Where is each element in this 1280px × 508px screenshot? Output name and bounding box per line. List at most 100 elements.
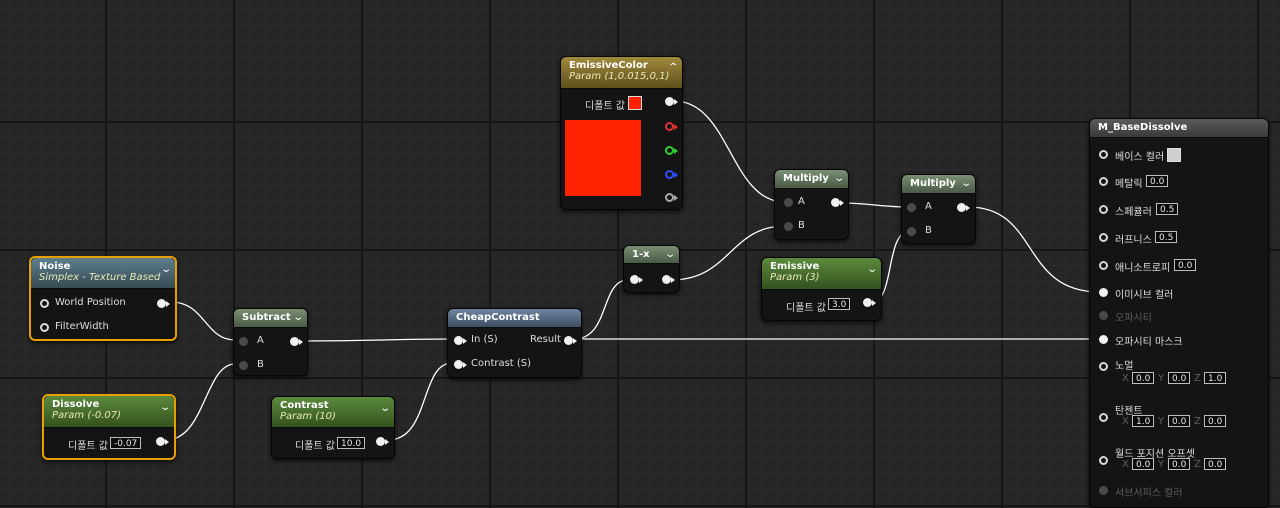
node-header[interactable]: EmissiveColor Param (1,0.015,0,1) ⌃: [561, 57, 682, 89]
subtract-output-pin[interactable]: [290, 337, 299, 346]
pin-label: FilterWidth: [55, 321, 109, 332]
emissive-color-node[interactable]: EmissiveColor Param (1,0.015,0,1) ⌃ 디폴트 …: [560, 56, 683, 210]
metallic-input-pin[interactable]: [1099, 177, 1108, 186]
contrast-output-pin[interactable]: [376, 437, 385, 446]
node-header[interactable]: CheapContrast: [448, 309, 581, 328]
normal-z-field[interactable]: 1.0: [1204, 372, 1227, 384]
pin-label: Contrast (S): [471, 358, 532, 369]
opacity-input-pin[interactable]: [1099, 311, 1108, 320]
normal-x-field[interactable]: 0.0: [1132, 372, 1155, 384]
specular-input-pin[interactable]: [1099, 205, 1108, 214]
node-header[interactable]: Subtract ⌄: [234, 309, 307, 328]
material-result-node[interactable]: M_BaseDissolve 베이스 컬러 메탈릭 0.0 스페큘러 0.5 러…: [1089, 118, 1269, 508]
chevron-up-icon[interactable]: ⌃: [667, 62, 679, 73]
node-header[interactable]: Dissolve Param (-0.07) ⌄: [44, 396, 174, 428]
multiply-output-pin[interactable]: [957, 203, 966, 212]
chevron-down-icon[interactable]: ⌄: [960, 178, 972, 189]
chevron-down-icon[interactable]: ⌄: [160, 264, 172, 275]
default-value-field[interactable]: 3.0: [828, 298, 851, 310]
wpo-y-field[interactable]: 0.0: [1168, 458, 1191, 470]
chevron-down-icon[interactable]: ⌄: [664, 249, 676, 260]
multiply-node-2[interactable]: Multiply ⌄ A B: [901, 174, 976, 244]
normal-input-pin[interactable]: [1099, 362, 1108, 371]
tangent-input-pin[interactable]: [1099, 413, 1108, 422]
node-header[interactable]: Multiply ⌄: [902, 175, 975, 194]
anisotropy-value-field[interactable]: 0.0: [1174, 259, 1197, 271]
b-output-pin[interactable]: [665, 170, 674, 179]
chevron-down-icon[interactable]: ⌄: [292, 312, 304, 323]
dissolve-node[interactable]: Dissolve Param (-0.07) ⌄ 디폴트 값 -0.07: [42, 394, 176, 460]
emissive-output-pin[interactable]: [863, 298, 872, 307]
contrast-node[interactable]: Contrast Param (10) ⌄ 디폴트 값 10.0: [271, 396, 395, 459]
noise-node[interactable]: Noise Simplex - Texture Based ⌄ World Po…: [29, 256, 177, 341]
chevron-down-icon[interactable]: ⌄: [379, 403, 391, 414]
subtract-node[interactable]: Subtract ⌄ A B: [233, 308, 308, 376]
tangent-x-field[interactable]: 1.0: [1132, 415, 1155, 427]
default-value-label: 디폴트 값: [585, 101, 625, 112]
node-header[interactable]: Noise Simplex - Texture Based ⌄: [31, 258, 175, 289]
node-header[interactable]: Multiply ⌄: [775, 170, 848, 189]
a-input-pin[interactable]: [907, 203, 916, 212]
rgb-output-pin[interactable]: [665, 97, 674, 106]
tangent-z-field[interactable]: 0.0: [1204, 415, 1227, 427]
chevron-down-icon[interactable]: ⌄: [833, 173, 845, 184]
wire-contrast-to-cheapcontrast: [387, 362, 453, 441]
default-value-label: 디폴트 값: [295, 441, 335, 452]
roughness-input-pin[interactable]: [1099, 233, 1108, 242]
node-header[interactable]: Emissive Param (3) ⌄: [762, 258, 881, 290]
a-input-pin[interactable]: [784, 198, 793, 207]
world-position-input-pin[interactable]: [40, 299, 49, 308]
pin-arrow-icon: [674, 172, 678, 178]
emissive-node[interactable]: Emissive Param (3) ⌄ 디폴트 값 3.0: [761, 257, 882, 321]
anisotropy-input-pin[interactable]: [1099, 261, 1108, 270]
wpo-x-field[interactable]: 0.0: [1132, 458, 1155, 470]
opacity-mask-input-pin[interactable]: [1099, 335, 1108, 344]
result-output-pin[interactable]: [564, 336, 573, 345]
chevron-down-icon[interactable]: ⌄: [866, 264, 878, 275]
node-subtitle: Param (3): [770, 272, 820, 283]
default-value-field[interactable]: -0.07: [110, 437, 142, 449]
a-output-pin[interactable]: [665, 193, 674, 202]
b-input-pin[interactable]: [784, 222, 793, 231]
base-color-swatch[interactable]: [1167, 148, 1181, 162]
in-input-pin[interactable]: [454, 336, 463, 345]
anisotropy-label: 애니소트로피: [1115, 263, 1171, 274]
one-minus-node[interactable]: 1-x ⌄: [623, 245, 680, 293]
pin-arrow-icon: [573, 338, 577, 344]
input-pin[interactable]: [630, 275, 639, 284]
a-input-pin[interactable]: [239, 337, 248, 346]
output-pin[interactable]: [662, 275, 671, 284]
base-color-input-pin[interactable]: [1099, 150, 1108, 159]
cheap-contrast-node[interactable]: CheapContrast In (S) Result Contrast (S): [447, 308, 582, 378]
b-input-pin[interactable]: [239, 361, 248, 370]
node-header[interactable]: 1-x ⌄: [624, 246, 679, 264]
metallic-value-field[interactable]: 0.0: [1146, 175, 1169, 187]
r-output-pin[interactable]: [665, 122, 674, 131]
noise-output-pin[interactable]: [157, 299, 166, 308]
g-output-pin[interactable]: [665, 146, 674, 155]
default-color-swatch[interactable]: [628, 96, 642, 110]
default-value-field[interactable]: 10.0: [337, 437, 366, 449]
b-input-pin[interactable]: [907, 227, 916, 236]
node-subtitle: Param (-0.07): [52, 410, 121, 421]
filter-width-input-pin[interactable]: [40, 323, 49, 332]
tangent-y-field[interactable]: 0.0: [1168, 415, 1191, 427]
subsurface-input-pin[interactable]: [1099, 486, 1108, 495]
tangent-z-label: Z: [1194, 416, 1201, 427]
normal-y-field[interactable]: 0.0: [1168, 372, 1191, 384]
multiply-output-pin[interactable]: [831, 198, 840, 207]
default-value-label: 디폴트 값: [786, 303, 826, 314]
pin-label: A: [257, 335, 264, 346]
dissolve-output-pin[interactable]: [156, 437, 165, 446]
roughness-value-field[interactable]: 0.5: [1155, 231, 1178, 243]
node-header[interactable]: M_BaseDissolve: [1090, 119, 1268, 138]
node-header[interactable]: Contrast Param (10) ⌄: [272, 397, 394, 428]
contrast-input-pin[interactable]: [454, 360, 463, 369]
wpo-input-pin[interactable]: [1099, 456, 1108, 465]
roughness-label: 러프니스: [1115, 235, 1152, 246]
chevron-down-icon[interactable]: ⌄: [159, 402, 171, 413]
specular-value-field[interactable]: 0.5: [1156, 203, 1179, 215]
wpo-z-field[interactable]: 0.0: [1204, 458, 1227, 470]
multiply-node-1[interactable]: Multiply ⌄ A B: [774, 169, 849, 240]
emissive-color-input-pin[interactable]: [1099, 288, 1108, 297]
